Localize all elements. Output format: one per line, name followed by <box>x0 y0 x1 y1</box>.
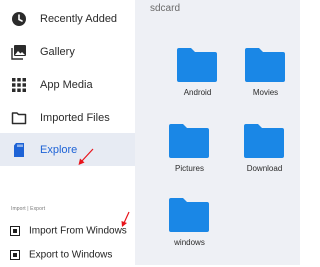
folder-icon <box>177 48 217 82</box>
sidebar-item-label: Imported Files <box>40 111 110 124</box>
current-path: sdcard <box>150 3 181 14</box>
sidebar-item-label: Gallery <box>40 45 75 58</box>
sidebar-item-gallery[interactable]: Gallery <box>0 35 135 68</box>
sidebar-item-label: App Media <box>40 78 93 91</box>
annotation-arrow-explore <box>78 148 94 165</box>
folder-icon <box>169 198 209 232</box>
folder-pictures[interactable]: Pictures <box>162 122 217 180</box>
clock-icon <box>12 11 26 26</box>
action-label: Export to Windows <box>29 249 113 261</box>
folder-download[interactable]: Download <box>237 122 292 180</box>
image-gallery-icon <box>11 44 26 60</box>
sidebar-item-label: Recently Added <box>40 12 118 25</box>
sidebar-item-label: Explore <box>40 143 78 156</box>
folder-icon <box>169 124 209 158</box>
folder-name: Download <box>246 164 283 173</box>
import-from-windows-button[interactable]: Import From Windows <box>0 219 135 243</box>
folder-name: Pictures <box>175 164 204 173</box>
action-label: Import From Windows <box>29 225 127 237</box>
sidebar-item-app-media[interactable]: App Media <box>0 68 135 101</box>
export-to-windows-button[interactable]: Export to Windows <box>0 243 135 267</box>
folder-name: windows <box>174 238 205 247</box>
folder-name: Movies <box>252 88 279 97</box>
folder-icon <box>244 124 284 158</box>
folder-name: Android <box>183 88 212 97</box>
sidebar-item-explore[interactable]: Explore <box>0 133 135 166</box>
annotation-arrow-import <box>121 211 130 227</box>
grid-dots-icon <box>12 77 26 92</box>
sidebar-item-imported-files[interactable]: Imported Files <box>0 101 135 134</box>
folder-android[interactable]: Android <box>170 46 225 104</box>
import-icon <box>10 226 20 236</box>
folder-movies[interactable]: Movies <box>238 46 293 104</box>
sidebar-item-recently-added[interactable]: Recently Added <box>0 2 135 35</box>
folder-outline-icon <box>11 111 27 124</box>
section-label-import-export: Import | Export <box>11 206 46 212</box>
folder-icon <box>245 48 285 82</box>
sd-card-icon <box>14 142 24 157</box>
folder-windows[interactable]: windows <box>162 196 217 254</box>
export-icon <box>10 250 20 260</box>
sidebar: Recently Added Gallery App Media Importe… <box>0 0 135 265</box>
